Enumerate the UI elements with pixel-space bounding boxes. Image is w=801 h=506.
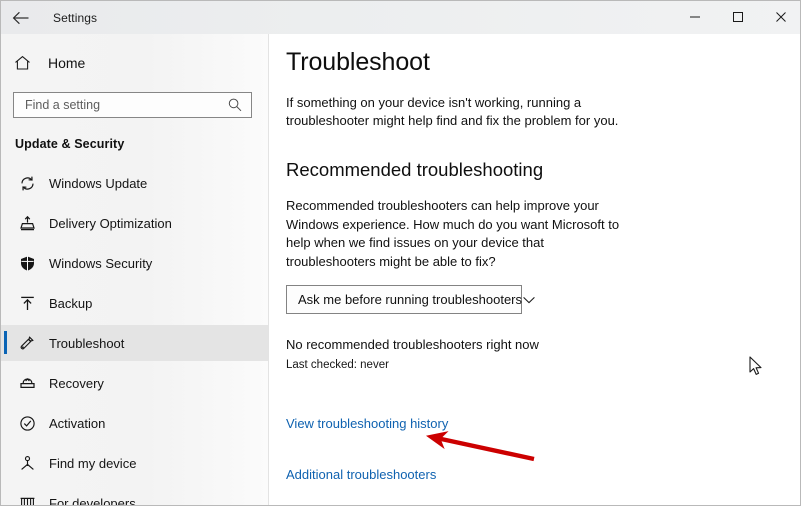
- sidebar-item-delivery-optimization[interactable]: Delivery Optimization: [1, 205, 268, 241]
- sidebar-item-backup[interactable]: Backup: [1, 285, 268, 321]
- check-circle-icon: [14, 415, 40, 432]
- status-message: No recommended troubleshooters right now: [286, 337, 539, 352]
- sidebar-item-label: Backup: [49, 295, 93, 311]
- main-content: Troubleshoot If something on your device…: [269, 34, 800, 505]
- maximize-button[interactable]: [716, 1, 759, 33]
- page-intro-text: If something on your device isn't workin…: [286, 95, 619, 128]
- search-placeholder: Find a setting: [25, 98, 101, 112]
- additional-troubleshooters-link[interactable]: Additional troubleshooters: [286, 467, 436, 482]
- sidebar-item-label: Find my device: [49, 455, 137, 471]
- close-icon: [775, 11, 787, 23]
- settings-window: Settings Home Find a setting Update & Se…: [0, 0, 801, 506]
- developers-icon: [14, 495, 40, 505]
- search-input[interactable]: Find a setting: [13, 92, 252, 118]
- home-icon: [14, 55, 40, 71]
- chevron-down-icon: [522, 295, 536, 305]
- find-device-icon: [14, 455, 40, 472]
- sidebar-item-recovery[interactable]: Recovery: [1, 365, 268, 401]
- window-title: Settings: [53, 10, 98, 25]
- sidebar-item-activation[interactable]: Activation: [1, 405, 268, 441]
- wrench-icon: [14, 335, 40, 352]
- back-button[interactable]: [1, 2, 41, 34]
- sidebar-item-troubleshoot[interactable]: Troubleshoot: [1, 325, 268, 361]
- recovery-icon: [14, 375, 40, 392]
- sidebar-item-windows-update[interactable]: Windows Update: [1, 165, 268, 201]
- sidebar-item-label: Delivery Optimization: [49, 215, 172, 231]
- search-icon: [227, 97, 243, 118]
- sidebar-item-label: Windows Security: [49, 255, 153, 271]
- sidebar-item-label: Windows Update: [49, 175, 148, 191]
- sidebar-item-find-my-device[interactable]: Find my device: [1, 445, 268, 481]
- last-checked-text: Last checked: never: [286, 359, 389, 371]
- section-body-recommended: Recommended troubleshooters can help imp…: [286, 198, 620, 269]
- dropdown-selected-value: Ask me before running troubleshooters: [298, 292, 523, 307]
- section-title-recommended: Recommended troubleshooting: [286, 159, 544, 180]
- sidebar-item-for-developers[interactable]: For developers: [1, 485, 268, 506]
- sidebar-item-windows-security[interactable]: Windows Security: [1, 245, 268, 281]
- delivery-icon: [14, 215, 40, 232]
- home-label: Home: [48, 55, 86, 71]
- shield-icon: [14, 255, 40, 272]
- sidebar-item-label: Recovery: [49, 375, 104, 391]
- sync-icon: [14, 175, 40, 192]
- upload-arrow-icon: [14, 295, 40, 312]
- sidebar-item-home[interactable]: Home: [1, 45, 268, 81]
- maximize-icon: [732, 11, 744, 23]
- minimize-button[interactable]: [673, 1, 716, 33]
- sidebar-nav: Windows Update Delivery Optimization Win…: [1, 165, 268, 506]
- recommended-troubleshooting-dropdown[interactable]: Ask me before running troubleshooters: [286, 285, 535, 314]
- caption-buttons: [673, 1, 800, 34]
- sidebar-item-label: Troubleshoot: [49, 335, 125, 351]
- sidebar-item-label: Activation: [49, 415, 106, 431]
- view-troubleshooting-history-link[interactable]: View troubleshooting history: [286, 416, 448, 431]
- close-button[interactable]: [759, 1, 800, 33]
- minimize-icon: [689, 11, 701, 23]
- sidebar-category-title: Update & Security: [15, 137, 125, 151]
- back-arrow-icon: [12, 11, 30, 25]
- page-title: Troubleshoot: [286, 48, 430, 76]
- sidebar: Home Find a setting Update & Security Wi…: [1, 34, 269, 506]
- sidebar-item-label: For developers: [49, 495, 136, 506]
- title-bar: Settings: [1, 1, 800, 34]
